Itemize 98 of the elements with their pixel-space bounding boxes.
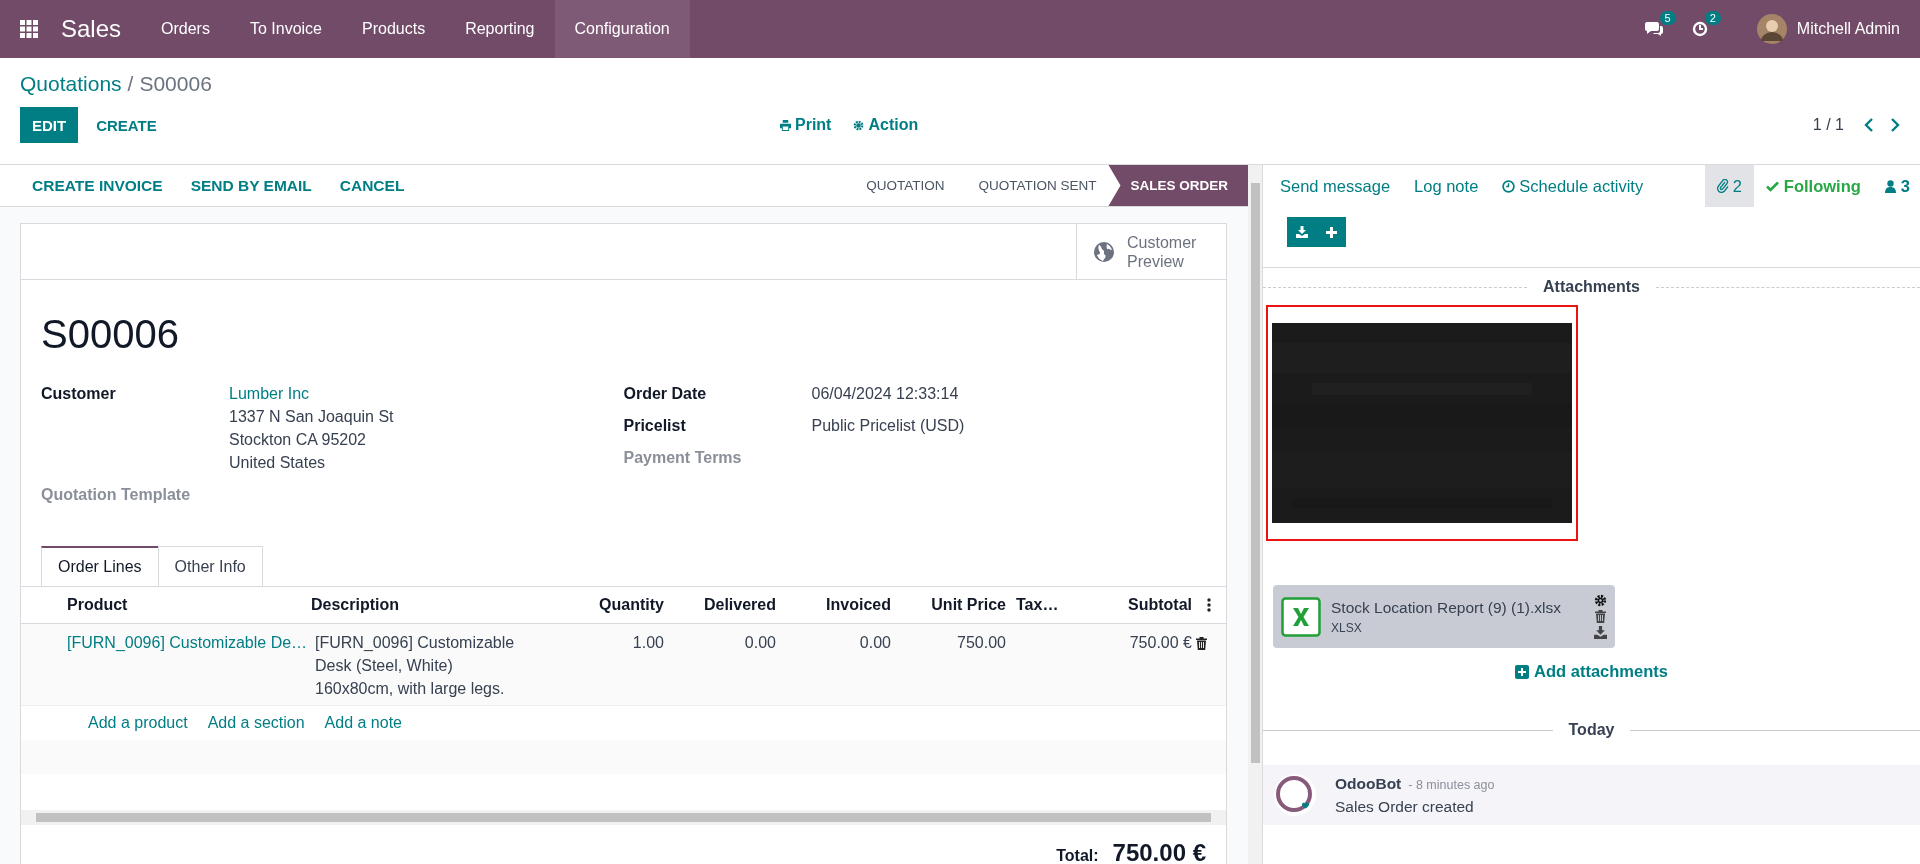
file-attachment-card[interactable]: Stock Location Report (9) (1).xlsx XLSX — [1273, 585, 1615, 648]
gear-icon — [853, 119, 865, 131]
paperclip-icon — [1716, 179, 1729, 193]
customer-link[interactable]: Lumber Inc — [229, 385, 394, 403]
total-label: Total: — [1056, 847, 1099, 864]
globe-icon — [1093, 240, 1115, 263]
trash-icon[interactable] — [1595, 610, 1606, 623]
activity-count: 2 — [1704, 11, 1721, 25]
table-cell-text: 750.00 € — [1128, 634, 1192, 652]
field-value: United States — [229, 454, 327, 472]
printer-icon — [780, 119, 791, 131]
add-line-link[interactable]: Add a note — [324, 714, 402, 732]
message-text: Sales Order created — [1335, 797, 1475, 816]
create-button[interactable]: CREATE — [84, 107, 169, 143]
following-button[interactable]: Following — [1753, 165, 1873, 207]
vertical-scrollbar[interactable] — [1248, 165, 1263, 864]
attachment-count-button[interactable]: 2 — [1704, 165, 1754, 207]
gear-icon[interactable] — [1594, 594, 1607, 607]
menu-item[interactable]: To Invoice — [229, 0, 342, 58]
field-value: Stockton CA 95202 — [229, 431, 367, 449]
column-header[interactable]: Quantity — [544, 596, 664, 614]
next-icon[interactable] — [1890, 118, 1900, 132]
date-separator: Today — [1568, 721, 1615, 739]
column-header[interactable]: Invoiced — [776, 596, 891, 614]
add-line-link[interactable]: Add a section — [207, 714, 305, 732]
status-action-button[interactable]: CANCEL — [339, 176, 405, 195]
app-name[interactable]: Sales — [61, 15, 122, 43]
apps-menu-icon[interactable] — [20, 20, 38, 38]
horizontal-scrollbar[interactable] — [21, 810, 1226, 825]
followers-button[interactable]: 3 — [1872, 165, 1920, 207]
checkmark-icon — [1765, 180, 1779, 192]
field-label: Order Date — [623, 385, 708, 403]
add-line-link[interactable]: Add a product — [88, 714, 188, 732]
attachments-heading: Attachments — [1543, 278, 1640, 296]
field-label: Customer — [41, 385, 117, 404]
total-value: 750.00 € — [1112, 839, 1206, 864]
spreadsheet-file-icon — [1281, 596, 1321, 637]
bot-avatar — [1273, 773, 1317, 817]
menu-item[interactable]: Orders — [141, 0, 230, 58]
chatter-action-button[interactable]: Schedule activity — [1502, 165, 1644, 207]
field-value: 1337 N San Joaquin St — [229, 408, 394, 426]
previous-icon[interactable] — [1864, 118, 1874, 132]
field-label: Pricelist — [623, 417, 687, 435]
clock-icon[interactable] — [1691, 21, 1708, 37]
customer-preview-button[interactable]: Customer Preview — [1076, 224, 1226, 279]
table-cell-text: 0.00 — [858, 634, 891, 652]
message-author[interactable]: OdooBot — [1335, 774, 1402, 793]
column-header[interactable]: Unit Price — [891, 596, 1006, 614]
print-button[interactable]: Print — [780, 116, 832, 134]
notebook-tab[interactable]: Order Lines — [41, 546, 159, 586]
order-number: S00006 — [41, 311, 180, 358]
breadcrumb-separator: / — [127, 72, 134, 96]
menu-item[interactable]: Reporting — [445, 0, 555, 58]
pager-value: 1 / 1 — [1812, 116, 1844, 134]
person-icon — [1884, 179, 1896, 193]
file-name: Stock Location Report (9) (1).xlsx — [1331, 598, 1562, 617]
field-value: Public Pricelist (USD) — [811, 417, 965, 435]
field-value: 06/04/2024 12:33:14 — [811, 385, 959, 403]
description-line: Desk (Steel, White) — [315, 657, 454, 675]
column-header[interactable]: Subtotal — [1076, 596, 1192, 614]
trash-icon[interactable] — [1196, 637, 1207, 650]
download-icon[interactable] — [1594, 626, 1607, 639]
message-count: 5 — [1659, 11, 1676, 25]
field-label: Quotation Template — [41, 486, 192, 504]
edit-button[interactable]: EDIT — [20, 107, 79, 143]
stage-step[interactable]: SALES ORDER — [1108, 165, 1248, 206]
menu-item[interactable]: Configuration — [554, 0, 690, 58]
column-header[interactable]: Product — [67, 596, 311, 614]
user-avatar[interactable] — [1756, 14, 1787, 44]
clock-icon — [1502, 179, 1516, 193]
column-header[interactable]: Description — [311, 596, 544, 614]
status-action-button[interactable]: SEND BY EMAIL — [190, 176, 312, 195]
file-type: XLSX — [1331, 620, 1363, 635]
description-line: 160x80cm, with large legs. — [315, 680, 506, 698]
action-button[interactable]: Action — [853, 116, 919, 134]
product-cell[interactable]: [FURN_0096] Customizable De… — [67, 634, 311, 652]
chatter-action-button[interactable]: Log note — [1414, 165, 1479, 207]
chat-icon[interactable] — [1644, 21, 1663, 37]
breadcrumb-link[interactable]: Quotations — [20, 72, 122, 96]
message-time: - 8 minutes ago — [1408, 777, 1495, 792]
table-cell-text: 1.00 — [631, 634, 664, 652]
notebook-tab[interactable]: Other Info — [157, 546, 263, 586]
column-header[interactable]: Delivered — [664, 596, 776, 614]
description-line: [FURN_0096] Customizable — [315, 634, 516, 652]
field-label: Payment Terms — [623, 449, 743, 467]
add-attachments-link[interactable]: Add attachments — [1515, 662, 1668, 681]
column-header[interactable]: Tax… — [1006, 596, 1076, 614]
table-cell-text: 0.00 — [743, 634, 776, 652]
chatter-action-button[interactable]: Send message — [1280, 165, 1391, 207]
menu-item[interactable]: Products — [342, 0, 446, 58]
more-options-icon[interactable] — [1207, 598, 1211, 612]
status-action-button[interactable]: CREATE INVOICE — [32, 176, 163, 195]
plus-icon[interactable] — [1326, 226, 1337, 238]
breadcrumb-current: S00006 — [139, 72, 212, 96]
user-name[interactable]: Mitchell Admin — [1796, 20, 1900, 38]
download-icon[interactable] — [1296, 226, 1308, 238]
table-cell-text: 750.00 — [956, 634, 1006, 652]
plus-square-icon — [1515, 664, 1530, 679]
